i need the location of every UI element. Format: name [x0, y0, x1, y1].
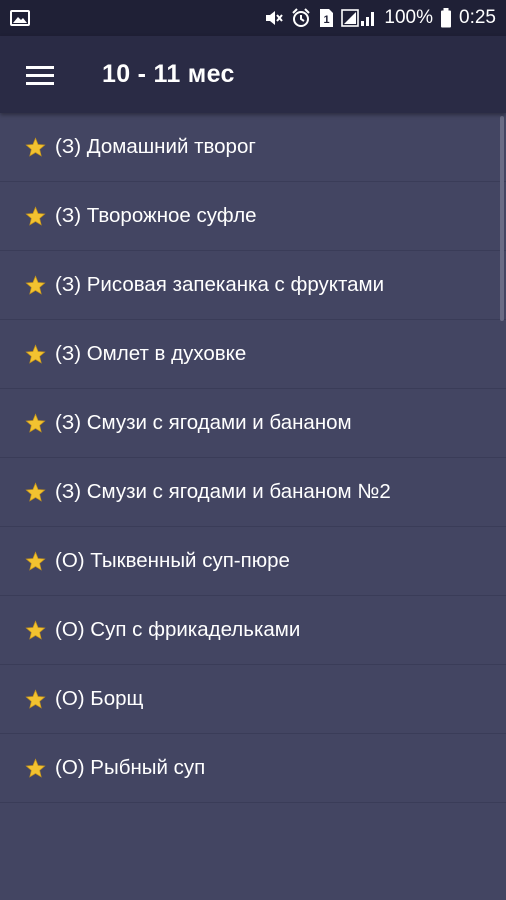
scrollbar[interactable]	[500, 116, 504, 321]
star-icon	[25, 412, 46, 434]
recipe-label: (О) Рыбный суп	[55, 756, 206, 779]
star-icon	[25, 688, 46, 710]
list-item[interactable]: (О) Суп с фрикадельками	[0, 596, 506, 665]
list-item[interactable]: (О) Рыбный суп	[0, 734, 506, 803]
list-item[interactable]: (З) Домашний творог	[0, 113, 506, 182]
signal-icon	[341, 8, 377, 28]
star-icon	[25, 757, 46, 779]
list-item[interactable]: (О) Борщ	[0, 665, 506, 734]
hamburger-menu-icon[interactable]	[20, 55, 60, 95]
star-icon	[25, 274, 46, 296]
status-bar: 1 100% 0:25	[0, 0, 506, 36]
image-icon	[10, 10, 30, 26]
star-icon	[25, 343, 46, 365]
list-item[interactable]: (З) Омлет в духовке	[0, 320, 506, 389]
star-icon	[25, 205, 46, 227]
battery-icon	[440, 8, 452, 28]
recipe-label: (О) Суп с фрикадельками	[55, 618, 301, 641]
list-item[interactable]: (З) Рисовая запеканка с фруктами	[0, 251, 506, 320]
recipe-label: (О) Борщ	[55, 687, 144, 710]
star-icon	[25, 481, 46, 503]
sim-icon: 1	[318, 8, 334, 28]
star-icon	[25, 619, 46, 641]
recipe-list: (З) Домашний творог (З) Творожное суфле …	[0, 113, 506, 900]
page-title: 10 - 11 мес	[102, 60, 235, 88]
sim-badge: 1	[324, 14, 330, 26]
list-item[interactable]: (З) Смузи с ягодами и бананом	[0, 389, 506, 458]
recipe-label: (З) Творожное суфле	[55, 204, 257, 227]
clock: 0:25	[459, 7, 496, 28]
list-item[interactable]: (З) Творожное суфле	[0, 182, 506, 251]
alarm-icon	[291, 8, 311, 28]
app-bar: 10 - 11 мес	[0, 36, 506, 113]
recipe-label: (З) Смузи с ягодами и бананом	[55, 411, 352, 434]
recipe-label: (З) Омлет в духовке	[55, 342, 247, 365]
recipe-label: (З) Рисовая запеканка с фруктами	[55, 273, 385, 296]
list-item[interactable]: (З) Смузи с ягодами и бананом №2	[0, 458, 506, 527]
recipe-label: (З) Домашний творог	[55, 135, 256, 158]
star-icon	[25, 136, 46, 158]
recipe-label: (З) Смузи с ягодами и бананом №2	[55, 480, 391, 503]
battery-percent: 100%	[384, 7, 434, 28]
recipe-label: (О) Тыквенный суп-пюре	[55, 549, 290, 572]
list-item[interactable]: (О) Тыквенный суп-пюре	[0, 527, 506, 596]
mute-icon	[264, 9, 284, 27]
star-icon	[25, 550, 46, 572]
